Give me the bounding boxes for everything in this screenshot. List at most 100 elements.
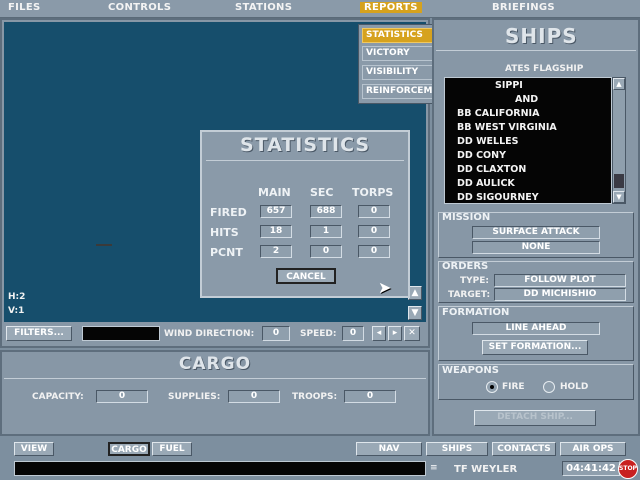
capacity-value: 0 (96, 390, 148, 403)
tab-air-ops[interactable]: AIR OPS (560, 442, 626, 456)
wind-direction-value: 0 (262, 326, 290, 341)
hits-main: 18 (260, 225, 292, 238)
nav-left-button[interactable]: ◂ (372, 326, 386, 341)
list-item[interactable]: DD CLAXTON (457, 164, 526, 175)
mission-type[interactable]: SURFACE ATTACK (472, 226, 600, 239)
list-item[interactable]: DD WELLES (457, 136, 519, 147)
orders-title: ORDERS (442, 261, 489, 272)
menu-controls[interactable]: CONTROLS (108, 2, 171, 13)
col-header-torps: TORPS (352, 186, 394, 199)
flagship-header: ATES FLAGSHIP (505, 64, 584, 74)
message-line (14, 461, 426, 476)
orders-type-label: TYPE: (460, 276, 489, 286)
v-readout: V:1 (8, 306, 25, 316)
scroll-up-button[interactable]: ▲ (408, 286, 422, 300)
tab-cargo[interactable]: CARGO (108, 442, 150, 456)
arrow-up-icon: ▲ (411, 288, 419, 298)
row-label-fired: FIRED (210, 206, 247, 219)
speed-value: 0 (342, 326, 364, 341)
tab-ships[interactable]: SHIPS (426, 442, 488, 456)
scroll-thumb[interactable] (614, 174, 624, 188)
hits-torps: 0 (358, 225, 390, 238)
fired-main: 657 (260, 205, 292, 218)
game-clock: 04:41:42 (562, 461, 620, 476)
supplies-value: 0 (228, 390, 280, 403)
arrow-down-icon: ▼ (411, 308, 419, 318)
scroll-down-button[interactable]: ▼ (408, 306, 422, 320)
stop-button[interactable]: STOP (618, 459, 638, 479)
menu-icon[interactable]: ≡ (430, 463, 438, 473)
hold-radio[interactable] (543, 381, 555, 393)
cargo-title: CARGO (178, 354, 252, 374)
tab-nav[interactable]: NAV (356, 442, 422, 456)
ship-list[interactable]: SIPPI AND BB CALIFORNIA BB WEST VIRGINIA… (444, 77, 612, 204)
fire-label: FIRE (502, 382, 525, 392)
row-label-hits: HITS (210, 226, 239, 239)
dialog-title: STATISTICS (239, 134, 371, 156)
task-force-name: TF WEYLER (454, 464, 518, 475)
menu-reports[interactable]: REPORTS (360, 2, 422, 13)
orders-target-value[interactable]: DD MICHISHIO (494, 288, 626, 301)
list-item[interactable]: BB WEST VIRGINIA (457, 122, 557, 133)
scroll-up-button[interactable]: ▲ (613, 78, 625, 90)
capacity-label: CAPACITY: (32, 392, 84, 402)
fired-torps: 0 (358, 205, 390, 218)
menu-briefings[interactable]: BRIEFINGS (492, 2, 555, 13)
col-header-sec: SEC (310, 186, 334, 199)
menu-stations[interactable]: STATIONS (235, 2, 292, 13)
pcnt-sec: 0 (310, 245, 342, 258)
arrow-right-icon: ▸ (392, 328, 398, 338)
row-label-pcnt: PCNT (210, 246, 243, 259)
pcnt-torps: 0 (358, 245, 390, 258)
list-item[interactable]: DD SIGOURNEY (457, 192, 539, 203)
ship-marker[interactable] (96, 244, 112, 246)
menu-files[interactable]: FILES (8, 2, 40, 13)
fired-sec: 688 (310, 205, 342, 218)
troops-label: TROOPS: (292, 392, 338, 402)
wind-direction-label: WIND DIRECTION: (164, 329, 255, 339)
list-item[interactable]: AND (515, 94, 538, 105)
divider (4, 378, 426, 379)
mouse-cursor-icon: ➤ (378, 278, 392, 297)
detach-ship-button[interactable]: DETACH SHIP... (474, 410, 596, 426)
set-formation-button[interactable]: SET FORMATION... (482, 340, 588, 355)
radio-selected-dot (490, 385, 494, 389)
menu-item-label: VICTORY (366, 48, 410, 58)
col-header-main: MAIN (258, 186, 291, 199)
pcnt-main: 2 (260, 245, 292, 258)
divider (436, 50, 636, 51)
weapons-title: WEAPONS (442, 365, 500, 376)
ships-title: SHIPS (505, 24, 578, 48)
tab-view[interactable]: VIEW (14, 442, 54, 456)
mission-title: MISSION (442, 212, 491, 223)
tab-fuel[interactable]: FUEL (152, 442, 192, 456)
list-item[interactable]: BB CALIFORNIA (457, 108, 539, 119)
hold-label: HOLD (560, 382, 589, 392)
statistics-dialog: STATISTICS MAIN SEC TORPS FIRED 657 688 … (200, 130, 410, 298)
status-bar: ≡ TF WEYLER 04:41:42 x4 STOP (0, 458, 640, 480)
list-item[interactable]: DD AULICK (457, 178, 515, 189)
fire-radio[interactable] (486, 381, 498, 393)
formation-title: FORMATION (442, 307, 510, 318)
orders-type-value[interactable]: FOLLOW PLOT (494, 274, 626, 287)
filters-button[interactable]: FILTERS... (6, 326, 72, 341)
supplies-label: SUPPLIES: (168, 392, 221, 402)
arrow-down-icon: ▼ (616, 193, 622, 201)
list-item[interactable]: SIPPI (495, 80, 523, 91)
formation-value: LINE AHEAD (472, 322, 600, 335)
mission-sub[interactable]: NONE (472, 241, 600, 254)
ship-list-scrollbar[interactable]: ▲ ▼ (612, 77, 626, 204)
menu-item-label: VISIBILITY (366, 67, 419, 77)
hits-sec: 1 (310, 225, 342, 238)
close-icon: ✕ (408, 328, 416, 338)
divider (206, 160, 404, 161)
cargo-panel: CARGO CAPACITY: 0 SUPPLIES: 0 TROOPS: 0 (0, 350, 430, 436)
h-readout: H:2 (8, 292, 26, 302)
list-item[interactable]: DD CONY (457, 150, 506, 161)
scroll-down-button[interactable]: ▼ (613, 191, 625, 203)
nav-close-button[interactable]: ✕ (404, 326, 420, 341)
cancel-button[interactable]: CANCEL (276, 268, 336, 284)
arrow-left-icon: ◂ (376, 328, 382, 338)
tab-contacts[interactable]: CONTACTS (492, 442, 556, 456)
nav-right-button[interactable]: ▸ (388, 326, 402, 341)
